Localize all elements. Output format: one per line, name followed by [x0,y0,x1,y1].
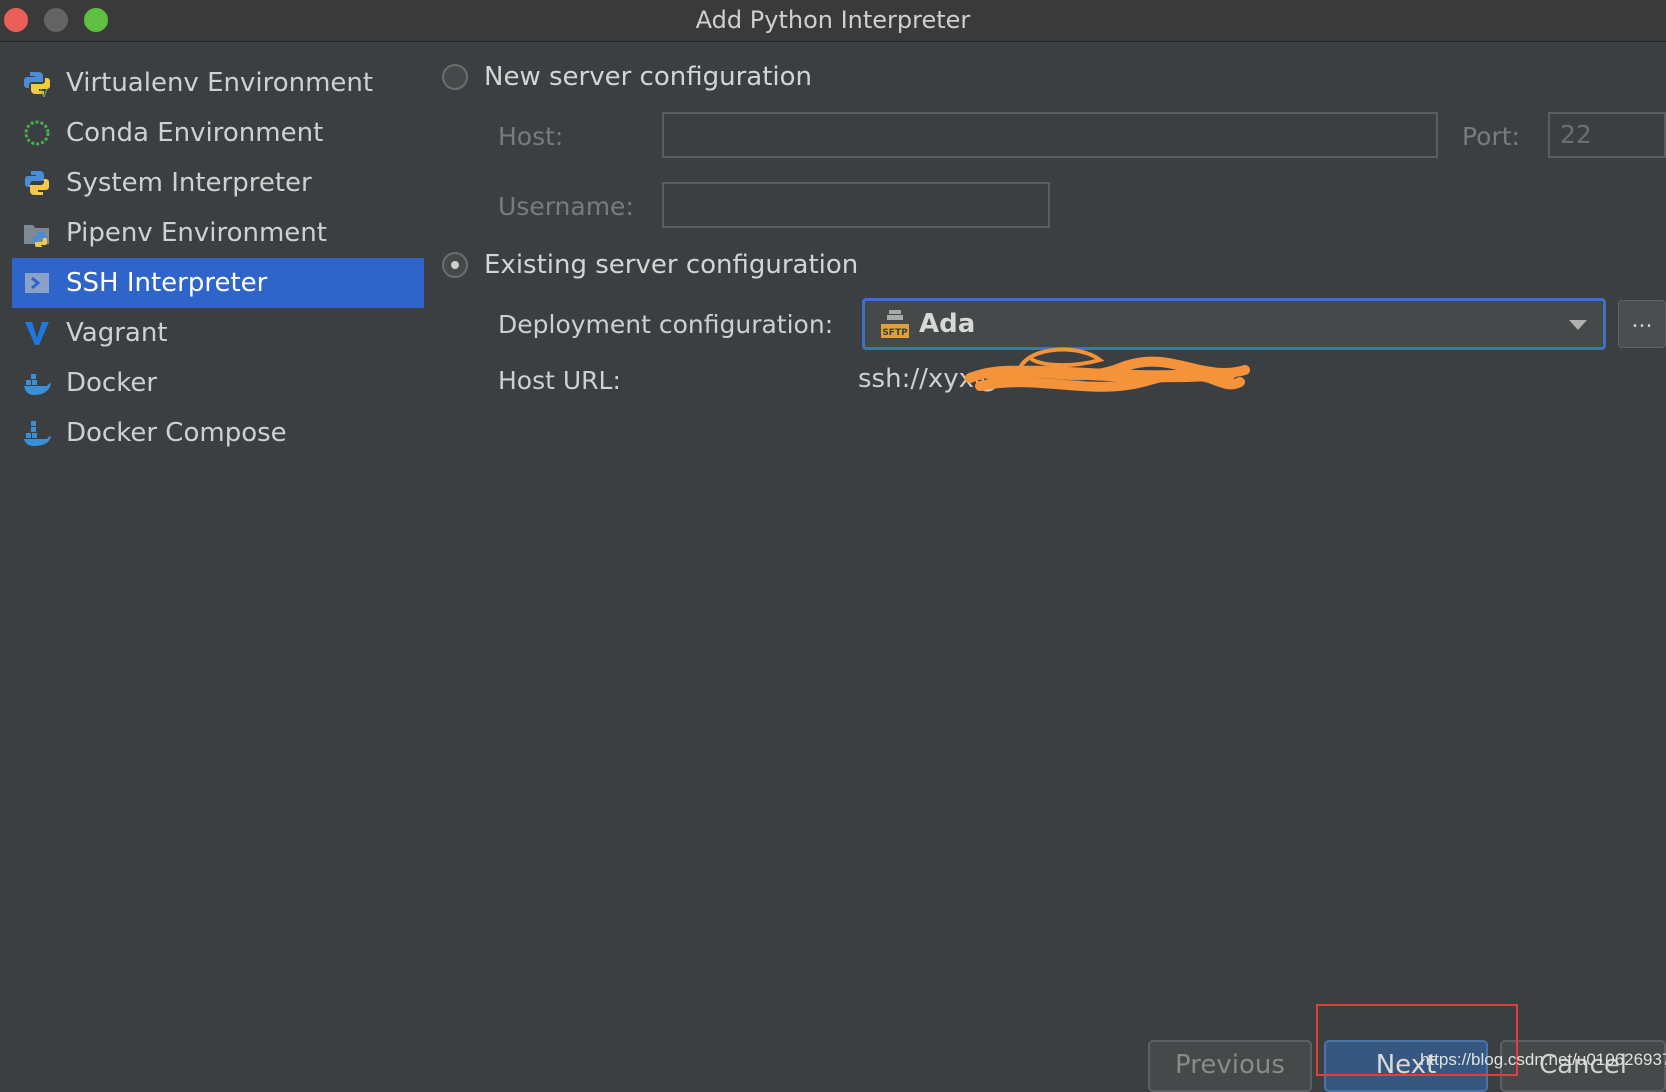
sidebar-item-docker[interactable]: Docker [12,358,424,408]
python-icon [20,166,54,200]
sidebar-item-label: Virtualenv Environment [66,68,374,98]
existing-server-option[interactable]: Existing server configuration [442,250,858,280]
new-server-option[interactable]: New server configuration [442,62,812,92]
sidebar-item-virtualenv[interactable]: V Virtualenv Environment [12,58,424,108]
sidebar-item-label: Vagrant [66,318,168,348]
username-label: Username: [498,192,634,221]
port-input[interactable]: 22 [1548,112,1666,158]
python-virtualenv-icon: V [20,66,54,100]
sidebar-item-conda[interactable]: Conda Environment [12,108,424,158]
docker-compose-icon [20,416,54,450]
pipenv-icon [20,216,54,250]
chevron-down-icon [1569,320,1587,330]
sidebar-item-ssh-interpreter[interactable]: SSH Interpreter [12,258,424,308]
sidebar-item-label: Pipenv Environment [66,218,327,248]
host-input[interactable] [662,112,1438,158]
existing-server-radio[interactable] [442,252,468,278]
previous-button[interactable]: Previous [1148,1040,1312,1092]
sidebar-item-system-interpreter[interactable]: System Interpreter [12,158,424,208]
new-server-label: New server configuration [484,62,813,92]
sidebar-item-docker-compose[interactable]: Docker Compose [12,408,424,458]
sidebar-item-label: SSH Interpreter [66,268,268,298]
new-server-radio[interactable] [442,64,468,90]
sidebar-item-label: Docker Compose [66,418,287,448]
sidebar-item-label: Docker [66,368,158,398]
vagrant-icon [20,316,54,350]
sftp-icon-text: SFTP [882,328,908,338]
watermark: https://blog.csdn.net/u010626937 [1420,1050,1666,1069]
host-url-label: Host URL: [498,366,621,395]
sidebar-item-vagrant[interactable]: Vagrant [12,308,424,358]
interpreter-type-list: V Virtualenv Environment Conda Environme… [12,58,424,458]
title-bar: Add Python Interpreter [0,0,1666,42]
username-input[interactable] [662,182,1050,228]
port-label: Port: [1462,122,1520,151]
deployment-configuration-label: Deployment configuration: [498,310,834,339]
window-title: Add Python Interpreter [695,6,971,34]
sidebar-item-label: System Interpreter [66,168,312,198]
sidebar-item-label: Conda Environment [66,118,324,148]
ssh-terminal-icon [20,266,54,300]
browse-deployment-button[interactable]: ... [1618,300,1666,348]
host-label: Host: [498,122,564,151]
sidebar-item-pipenv[interactable]: Pipenv Environment [12,208,424,258]
conda-icon [20,116,54,150]
deployment-configuration-value: Ada [919,309,976,339]
svg-text:V: V [40,87,48,98]
sftp-server-icon: SFTP [879,308,911,340]
redaction-scribble [965,347,1250,392]
docker-icon [20,366,54,400]
existing-server-label: Existing server configuration [484,250,859,280]
